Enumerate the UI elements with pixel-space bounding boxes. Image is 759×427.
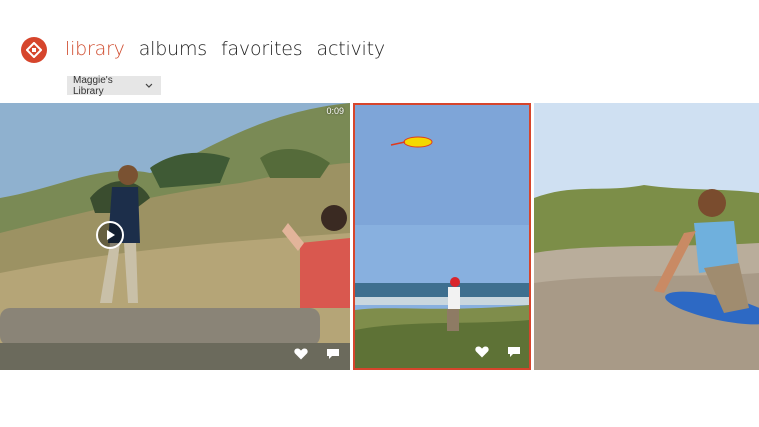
photo-tile[interactable] [534,103,759,370]
main-nav: library albums favorites activity [65,36,385,62]
nav-albums[interactable]: albums [139,36,207,62]
app-logo[interactable] [21,37,47,63]
photo-thumbnail [534,103,759,370]
revel-logo-icon [26,42,42,58]
play-button[interactable] [96,221,124,249]
library-dropdown[interactable]: Maggie's Library [67,74,161,97]
library-dropdown-value: Maggie's Library [73,74,113,97]
video-thumbnail [0,103,350,370]
photo-tile-selected[interactable] [353,103,531,370]
chevron-down-icon [145,83,153,88]
heart-icon[interactable] [475,346,489,358]
photo-tile-video[interactable]: 0:09 [0,103,350,370]
play-icon [107,230,115,240]
nav-activity[interactable]: activity [317,36,386,62]
nav-favorites[interactable]: favorites [221,36,303,62]
video-duration: 0:09 [326,106,344,116]
comment-icon[interactable] [326,348,340,360]
comment-icon[interactable] [507,346,521,358]
nav-library[interactable]: library [65,36,125,62]
tile-actions [475,346,521,358]
tile-actions [294,348,340,360]
heart-icon[interactable] [294,348,308,360]
photo-thumbnail [355,105,529,368]
